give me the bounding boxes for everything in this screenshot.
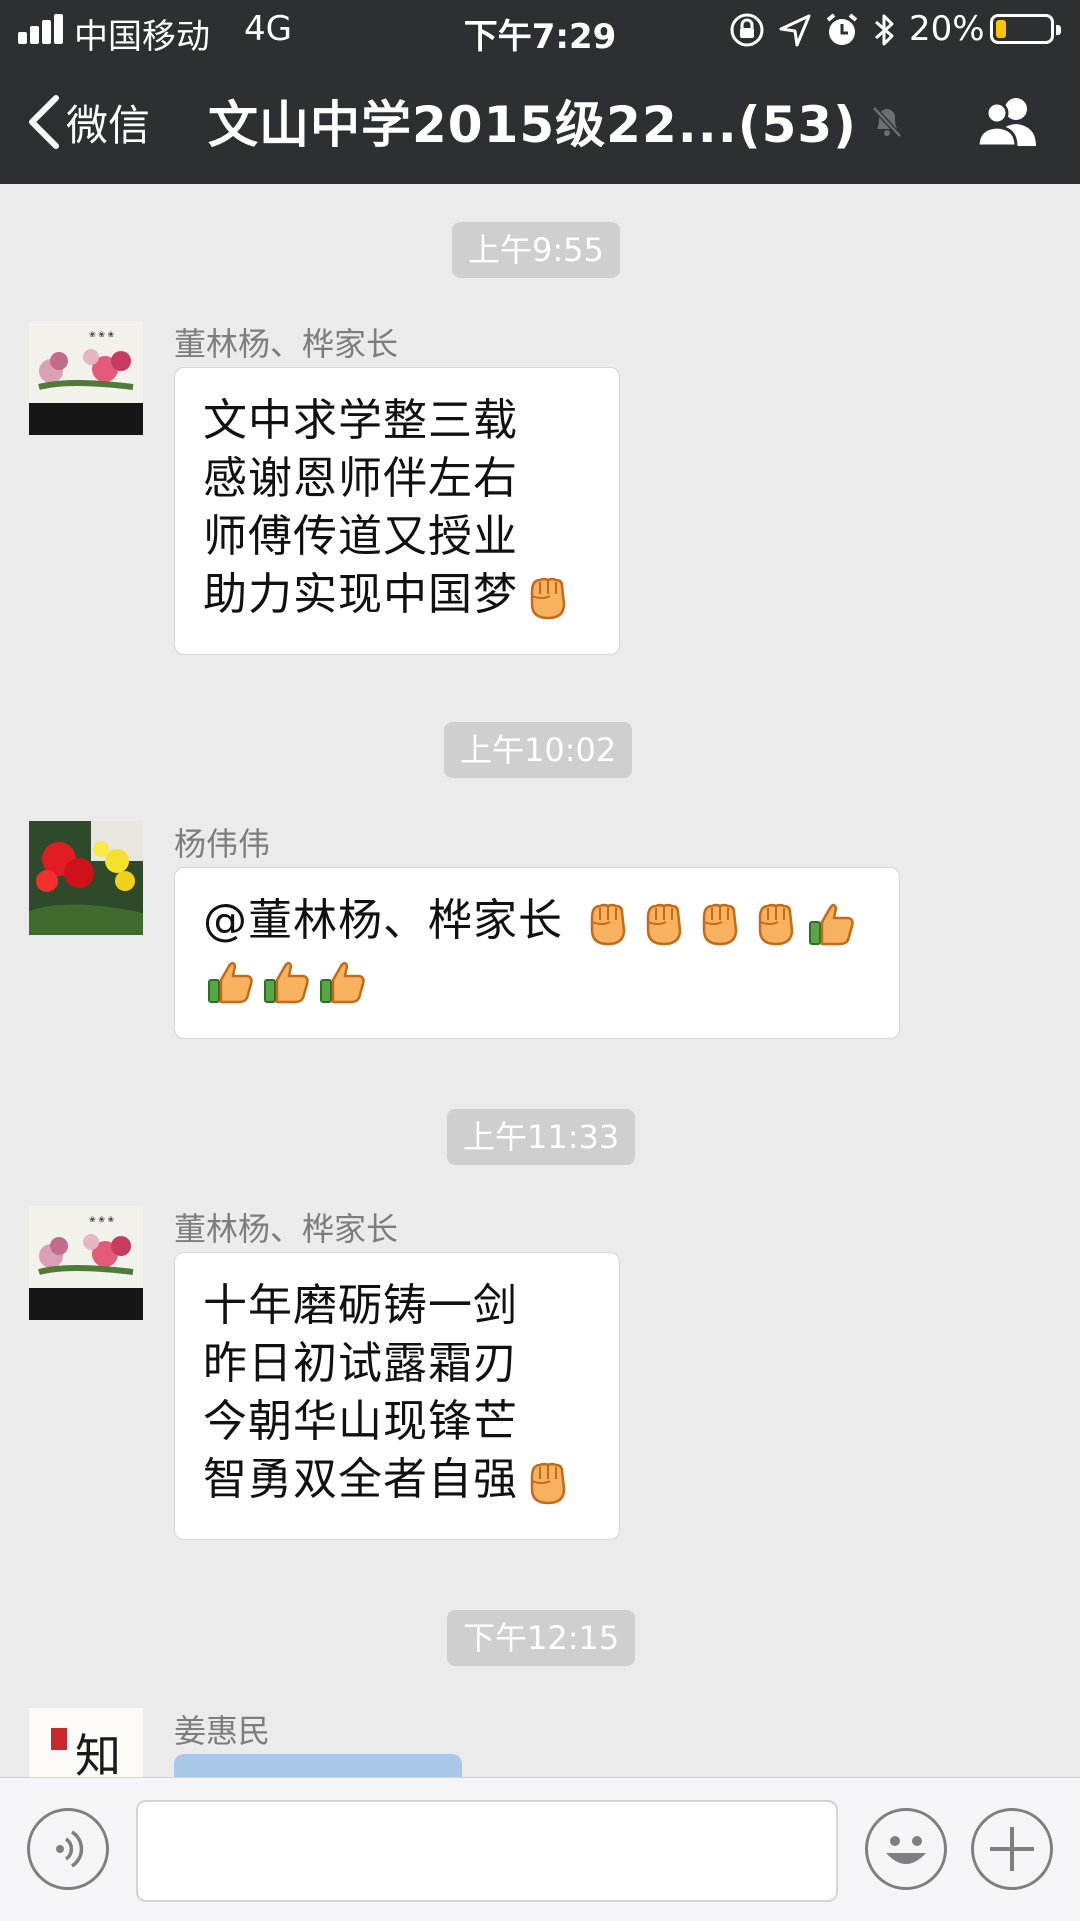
battery-icon (990, 14, 1061, 44)
thumbs-up-emoji (319, 961, 365, 1004)
orientation-lock-icon (730, 13, 764, 47)
message-input[interactable] (136, 1800, 838, 1902)
thumbs-up-emoji (263, 961, 309, 1004)
message-line: @董林杨、桦家长 (203, 895, 578, 946)
voice-button[interactable] (27, 1808, 109, 1890)
message-timestamp: 上午9:55 (452, 222, 620, 278)
calligraphy-avatar[interactable]: 知 (29, 1708, 143, 1777)
link-card[interactable] (174, 1754, 462, 1777)
message-timestamp: 下午12:15 (447, 1610, 636, 1666)
chat-title-area: 文山中学2015级22...(53) (208, 86, 907, 156)
bluetooth-icon (875, 14, 894, 46)
voice-icon (56, 1830, 84, 1868)
sender-name: 杨伟伟 (174, 825, 271, 863)
message-line: 智勇双全者自强 (203, 1454, 518, 1505)
fist-emoji (530, 1462, 566, 1505)
flowers-avatar[interactable] (29, 821, 143, 935)
svg-text:❀ ❀ ❀: ❀ ❀ ❀ (89, 330, 114, 339)
message-timestamp: 上午10:02 (444, 722, 633, 778)
message-line: 师傅传道又授业 (203, 511, 518, 562)
message-bubble[interactable]: 十年磨砺铸一剑 昨日初试露霜刃 今朝华山现锋芒 智勇双全者自强 (174, 1252, 620, 1540)
message-line: 感谢恩师伴左右 (203, 453, 518, 504)
peony-painting-avatar[interactable]: ❀ ❀ ❀ (29, 1206, 143, 1320)
emoji-button[interactable] (865, 1808, 947, 1890)
back-label: 微信 (66, 100, 151, 150)
sender-name: 董林杨、桦家长 (174, 325, 399, 363)
message-line: 今朝华山现锋芒 (203, 1396, 518, 1447)
fist-emoji (530, 577, 566, 620)
battery-percent: 20% (909, 9, 985, 49)
fist-emoji (702, 903, 738, 946)
message-bubble[interactable]: 文中求学整三载 感谢恩师伴左右 师傅传道又授业 助力实现中国梦 (174, 367, 620, 655)
emoji-icon (886, 1836, 926, 1864)
message-bubble[interactable]: @董林杨、桦家长 (174, 867, 900, 1039)
message-timestamp: 上午11:33 (447, 1109, 636, 1165)
message-line: 昨日初试露霜刃 (203, 1338, 518, 1389)
thumbs-up-emoji (207, 961, 253, 1004)
location-icon (779, 14, 811, 47)
chat-area[interactable]: 上午9:55 ❀ ❀ ❀ 董林杨、桦家长 文中求学整三载 感谢恩师伴左右 师傅传… (0, 184, 1080, 1777)
fist-emoji (646, 903, 682, 946)
sender-name: 董林杨、桦家长 (174, 1210, 399, 1248)
back-chevron-icon (29, 95, 59, 149)
top-bar: 中国移动 4G 下午7:29 20% 微信 文山中学2015级22...(53) (0, 0, 1080, 184)
calligraphy-character: 知 (75, 1729, 121, 1777)
status-bar: 中国移动 4G 下午7:29 20% (0, 0, 1080, 62)
thumbs-up-emoji (808, 903, 854, 946)
group-members-icon[interactable] (974, 94, 1042, 150)
chat-title: 文山中学2015级22...(53) (208, 96, 858, 154)
back-button[interactable]: 微信 (26, 90, 150, 154)
message-line: 十年磨砺铸一剑 (203, 1280, 518, 1331)
sender-name: 姜惠民 (174, 1712, 271, 1750)
peony-painting-avatar[interactable]: ❀ ❀ ❀ (29, 321, 143, 435)
input-bar (0, 1777, 1080, 1921)
svg-text:❀ ❀ ❀: ❀ ❀ ❀ (89, 1215, 114, 1224)
fist-emoji (758, 903, 794, 946)
navigation-bar: 微信 文山中学2015级22...(53) (0, 62, 1080, 184)
alarm-icon (826, 13, 858, 45)
plus-icon (990, 1827, 1034, 1871)
mute-bell-icon (872, 106, 902, 138)
message-line: 助力实现中国梦 (203, 569, 518, 620)
more-button[interactable] (971, 1808, 1053, 1890)
fist-emoji (590, 903, 626, 946)
message-line: 文中求学整三载 (203, 395, 518, 446)
